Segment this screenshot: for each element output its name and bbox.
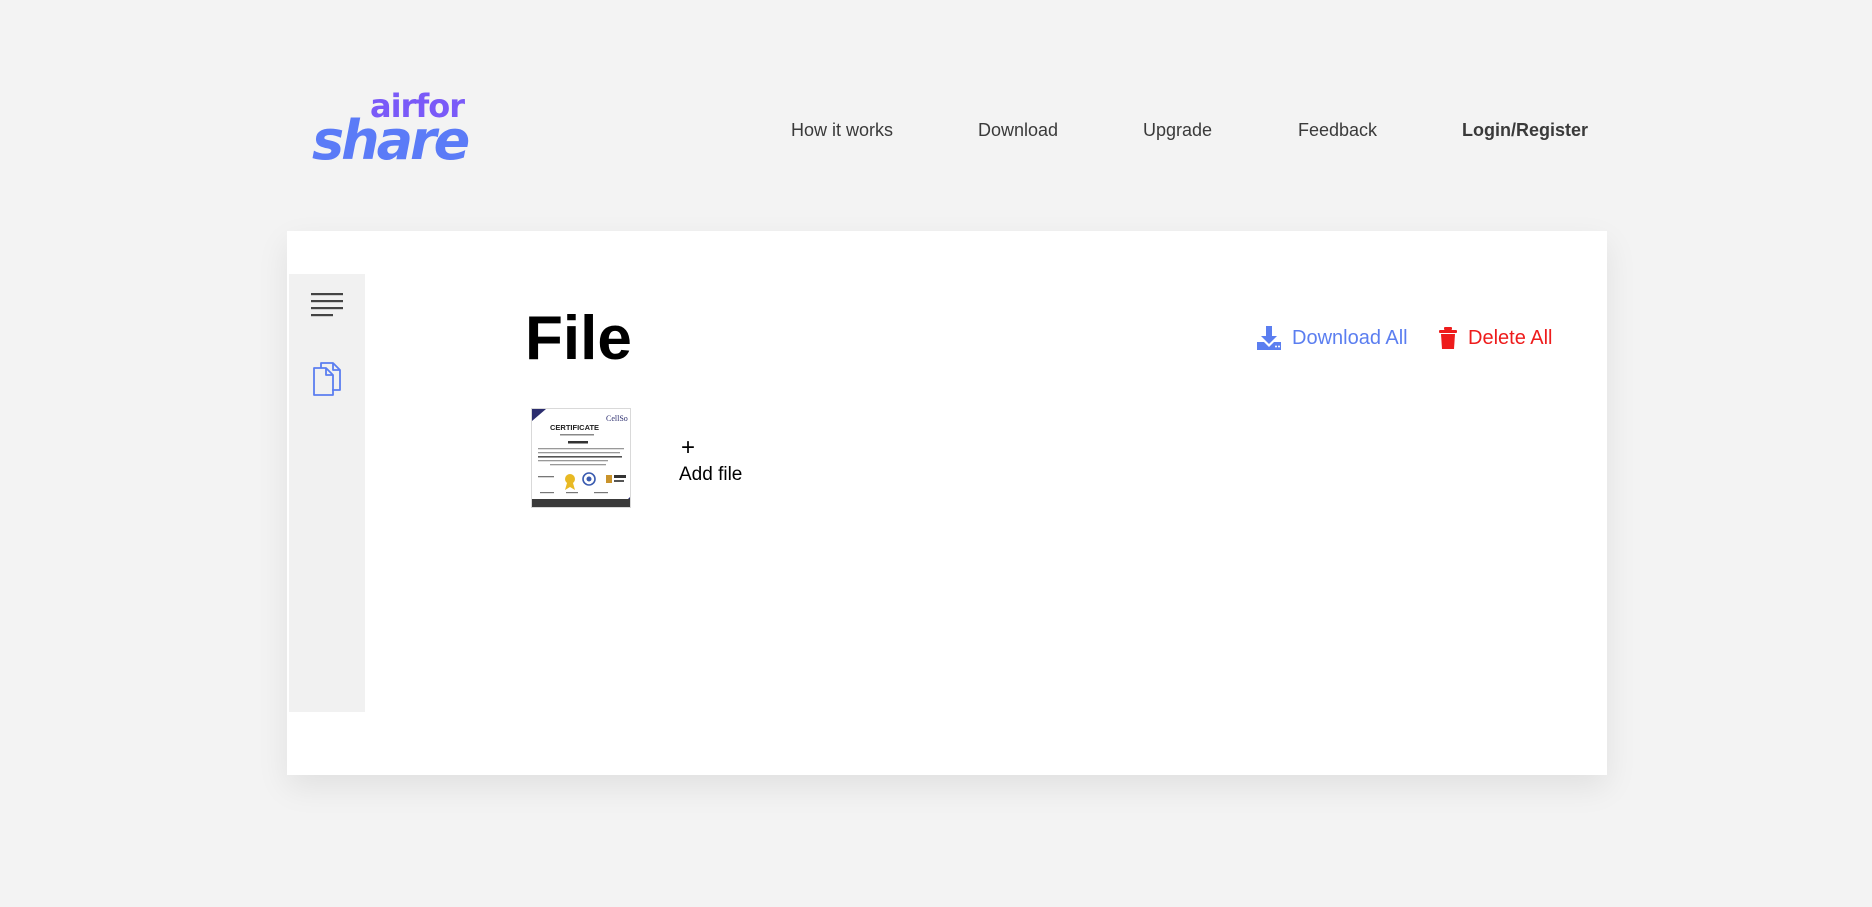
nav-download[interactable]: Download <box>978 118 1058 142</box>
sidebar-files-button[interactable] <box>303 354 351 402</box>
page-title: File <box>525 304 632 373</box>
add-file-button[interactable]: + Add file <box>679 434 769 489</box>
download-all-button[interactable]: Download All <box>1256 323 1408 353</box>
thumbnail-heading-text: CERTIFICATE <box>550 423 599 432</box>
thumbnail-brand-text: CellSo <box>606 414 628 423</box>
delete-all-label: Delete All <box>1468 326 1553 349</box>
sidebar-menu-button[interactable] <box>303 280 351 328</box>
download-icon <box>1257 326 1281 350</box>
main-card: File Download All Delete All CellSo CERT… <box>287 231 1607 775</box>
nav-feedback[interactable]: Feedback <box>1298 118 1377 142</box>
file-thumbnail[interactable]: CellSo CERTIFICATE <box>531 408 631 508</box>
sidebar <box>289 274 365 712</box>
certificate-thumbnail-image: CellSo CERTIFICATE <box>532 409 630 507</box>
top-nav: How it works Download Upgrade Feedback L… <box>0 118 1872 142</box>
nav-login-register[interactable]: Login/Register <box>1462 118 1588 142</box>
nav-upgrade[interactable]: Upgrade <box>1143 118 1212 142</box>
files-icon <box>313 362 341 396</box>
nav-how-it-works[interactable]: How it works <box>791 118 893 142</box>
add-file-label: Add file <box>679 464 743 485</box>
trash-icon <box>1439 327 1457 349</box>
site-header: airfor share How it works Download Upgra… <box>0 0 1872 230</box>
plus-icon: + <box>681 434 696 461</box>
download-all-label: Download All <box>1292 326 1408 349</box>
menu-icon <box>311 293 343 317</box>
delete-all-button[interactable]: Delete All <box>1438 323 1553 353</box>
